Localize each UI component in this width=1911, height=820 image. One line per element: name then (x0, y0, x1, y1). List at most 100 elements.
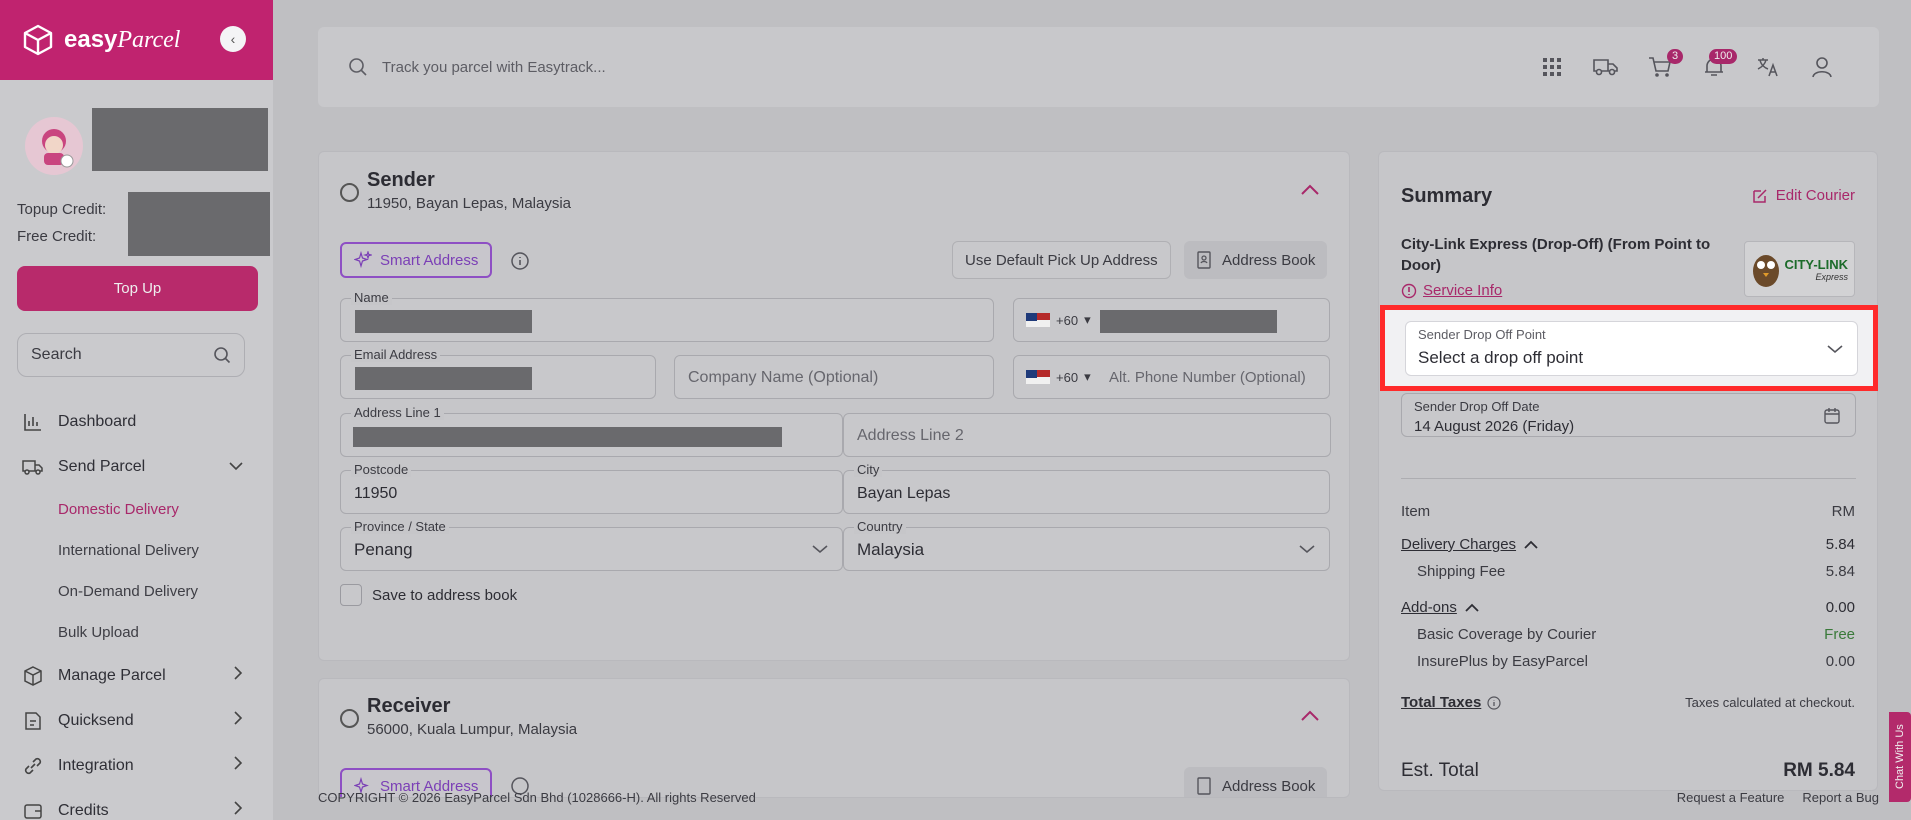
sidebar-nav: Dashboard Send Parcel Domestic Delivery … (0, 399, 273, 820)
est-total-label: Est. Total (1401, 760, 1479, 781)
sender-title: Sender (367, 169, 435, 191)
delivery-charges-row[interactable]: Delivery Charges 5.84 (1401, 536, 1855, 553)
info-icon[interactable] (1487, 695, 1501, 710)
service-info-link[interactable]: Service Info (1401, 282, 1502, 299)
smart-address-button[interactable]: Smart Address (340, 242, 493, 278)
sidebar: easyParcel ‹ Topup Credit: Free Credit: … (0, 0, 273, 820)
item-label: Item (1401, 503, 1431, 520)
calendar-icon (1824, 408, 1840, 424)
use-default-pickup-button[interactable]: Use Default Pick Up Address (952, 241, 1171, 279)
total-taxes-label: Total Taxes (1401, 694, 1482, 711)
sidebar-item-bulk-upload[interactable]: Bulk Upload (0, 612, 273, 653)
country-value: Malaysia (857, 540, 925, 559)
phone-country-select[interactable]: +60 ▾ (1026, 312, 1091, 328)
sidebar-item-domestic-delivery[interactable]: Domestic Delivery (0, 489, 273, 530)
sidebar-item-integration[interactable]: Integration (0, 743, 273, 788)
credit-values-redacted (128, 192, 270, 256)
addons-row[interactable]: Add-ons 0.00 (1401, 599, 1855, 616)
sidebar-item-send-parcel[interactable]: Send Parcel (0, 444, 273, 489)
notification-bell-icon[interactable]: 100 (1687, 47, 1741, 87)
delivery-truck-icon[interactable] (1579, 47, 1633, 87)
chevron-down-icon (812, 541, 828, 559)
request-feature-link[interactable]: Request a Feature (1677, 790, 1785, 805)
city-label: City (854, 462, 883, 477)
sender-address-line1-field[interactable]: Address Line 1 (340, 405, 843, 457)
topup-button[interactable]: Top Up (17, 266, 258, 311)
box-icon (22, 665, 44, 687)
sender-alt-phone-field[interactable]: +60 ▾ Alt. Phone Number (Optional) (1013, 355, 1330, 399)
cart-count-badge: 3 (1667, 49, 1684, 64)
basic-coverage-value: Free (1824, 626, 1855, 643)
receiver-card: Receiver 56000, Kuala Lumpur, Malaysia S… (318, 678, 1350, 798)
sender-address-line2-field[interactable]: Address Line 2 (843, 413, 1331, 457)
courier-logo: CITY-LINK Express (1744, 241, 1855, 297)
phone-redacted (1100, 310, 1277, 333)
copyright-text: COPYRIGHT © 2026 EasyParcel Sdn Bhd (102… (318, 790, 756, 805)
save-address-checkbox[interactable] (340, 584, 362, 606)
item-header-row: Item RM (1401, 503, 1855, 520)
alt-phone-country-select[interactable]: +60 ▾ (1026, 369, 1091, 385)
topup-credit-label: Topup Credit: (17, 201, 107, 218)
sender-subtitle: 11950, Bayan Lepas, Malaysia (367, 195, 572, 212)
info-icon[interactable] (510, 251, 530, 276)
receiver-radio[interactable] (340, 709, 359, 728)
sidebar-search-input[interactable]: Search (17, 333, 245, 377)
drop-off-point-highlight: Sender Drop Off Point Select a drop off … (1380, 305, 1878, 391)
drop-off-date-field[interactable]: Sender Drop Off Date 14 August 2026 (Fri… (1401, 393, 1856, 437)
drop-off-point-placeholder: Select a drop off point (1418, 348, 1584, 367)
address-book-button[interactable]: Address Book (1184, 241, 1328, 279)
easytrack-placeholder: Track you parcel with Easytrack... (382, 58, 606, 76)
drop-off-date-label: Sender Drop Off Date (1414, 399, 1540, 414)
addons-value: 0.00 (1825, 599, 1855, 616)
sidebar-item-manage-parcel[interactable]: Manage Parcel (0, 653, 273, 698)
chart-icon (22, 411, 44, 433)
chat-with-us-tab[interactable]: Chat With Us (1889, 712, 1911, 802)
est-total-value: RM 5.84 (1783, 760, 1855, 781)
sidebar-item-quicksend[interactable]: Quicksend (0, 698, 273, 743)
truck-icon (22, 456, 44, 478)
brand-header: easyParcel ‹ (0, 0, 273, 80)
basic-coverage-row: Basic Coverage by Courier Free (1401, 626, 1855, 643)
wallet-icon (22, 800, 44, 820)
sender-email-field[interactable]: Email Address (340, 347, 656, 399)
sender-name-field[interactable]: Name (340, 290, 994, 342)
sender-radio[interactable] (340, 183, 359, 202)
top-icons: 3 100 (1525, 47, 1849, 87)
city-value: Bayan Lepas (857, 485, 951, 502)
insureplus-row: InsurePlus by EasyParcel 0.00 (1401, 653, 1855, 670)
sender-state-select[interactable]: Province / State Penang (340, 519, 843, 571)
sidebar-item-label: Credits (58, 801, 109, 819)
phone-prefix: +60 (1056, 312, 1079, 328)
footer: COPYRIGHT © 2026 EasyParcel Sdn Bhd (102… (318, 790, 1879, 805)
sidebar-item-international-delivery[interactable]: International Delivery (0, 530, 273, 571)
state-label: Province / State (351, 519, 449, 534)
address-line1-label: Address Line 1 (351, 405, 444, 420)
total-taxes-row: Total Taxes Taxes calculated at checkout… (1401, 694, 1855, 711)
est-total-row: Est. Total RM 5.84 (1401, 760, 1855, 782)
sidebar-item-credits[interactable]: Credits (0, 788, 273, 820)
company-placeholder: Company Name (Optional) (688, 369, 879, 386)
sidebar-item-dashboard[interactable]: Dashboard (0, 399, 273, 444)
collapse-sidebar-button[interactable]: ‹ (220, 26, 246, 52)
chevron-up-icon[interactable] (1301, 706, 1319, 727)
sidebar-item-label: Send Parcel (58, 457, 146, 475)
malaysia-flag-icon (1026, 313, 1050, 327)
translate-icon[interactable] (1741, 47, 1795, 87)
email-label: Email Address (351, 347, 441, 362)
edit-courier-button[interactable]: Edit Courier (1752, 187, 1855, 204)
sender-city-field[interactable]: City Bayan Lepas (843, 462, 1330, 514)
cart-icon[interactable]: 3 (1633, 47, 1687, 87)
chevron-up-icon[interactable] (1301, 180, 1319, 201)
drop-off-point-select[interactable]: Sender Drop Off Point Select a drop off … (1405, 321, 1858, 376)
easytrack-search-input[interactable]: Track you parcel with Easytrack... (348, 57, 1525, 77)
sender-company-field[interactable]: Company Name (Optional) (674, 355, 994, 399)
apps-grid-icon[interactable] (1525, 47, 1579, 87)
sender-phone-field[interactable]: +60 ▾ (1013, 298, 1330, 342)
user-profile-icon[interactable] (1795, 47, 1849, 87)
report-bug-link[interactable]: Report a Bug (1802, 790, 1879, 805)
sender-postcode-field[interactable]: Postcode 11950 (340, 462, 843, 514)
sidebar-item-on-demand-delivery[interactable]: On-Demand Delivery (0, 571, 273, 612)
sender-country-select[interactable]: Country Malaysia (843, 519, 1330, 571)
avatar[interactable] (25, 117, 83, 175)
brand-logo[interactable]: easyParcel (64, 26, 180, 54)
